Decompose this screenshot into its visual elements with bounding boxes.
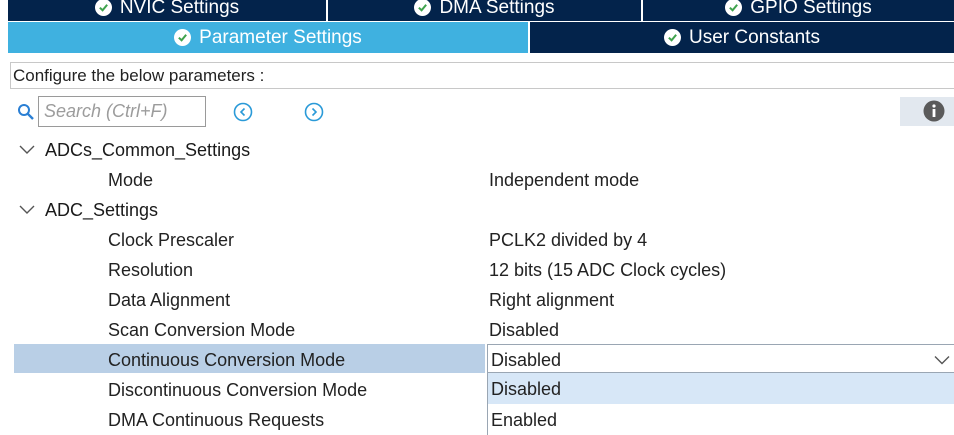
tree-row-clock-prescaler[interactable]: Clock Prescaler PCLK2 divided by 4 [0, 225, 954, 255]
tree-row-mode[interactable]: Mode Independent mode [0, 165, 954, 195]
param-label: Discontinuous Conversion Mode [108, 380, 368, 400]
search-icon[interactable] [17, 103, 35, 121]
param-label: Mode [108, 170, 154, 190]
option-label: Disabled [491, 379, 562, 399]
tab-nvic-settings[interactable]: NVIC Settings [8, 0, 328, 21]
tab-label: Parameter Settings [199, 26, 362, 48]
tree-row-scan-conversion-mode[interactable]: Scan Conversion Mode Disabled [0, 315, 954, 345]
group-label: ADCs_Common_Settings [45, 140, 251, 160]
configure-header: Configure the below parameters : [10, 62, 954, 89]
select-value: Disabled [491, 350, 562, 370]
tab-label: DMA Settings [439, 0, 555, 18]
check-circle-icon [414, 0, 432, 16]
chevron-down-icon[interactable] [934, 355, 950, 365]
previous-result-icon[interactable] [233, 102, 253, 122]
tab-label: NVIC Settings [119, 0, 240, 18]
tree-row-data-alignment[interactable]: Data Alignment Right alignment [0, 285, 954, 315]
param-value: 12 bits (15 ADC Clock cycles) [489, 260, 727, 280]
check-circle-icon [664, 29, 682, 46]
info-icon[interactable] [923, 100, 945, 122]
param-label: Continuous Conversion Mode [108, 350, 346, 370]
param-value: Right alignment [489, 290, 615, 310]
param-value: PCLK2 divided by 4 [489, 230, 648, 250]
tab-dma-settings[interactable]: DMA Settings [328, 0, 643, 21]
tab-label: User Constants [689, 26, 820, 48]
tree-row-resolution[interactable]: Resolution 12 bits (15 ADC Clock cycles) [0, 255, 954, 285]
param-label: Data Alignment [108, 290, 231, 310]
continuous-conversion-select[interactable]: Disabled [487, 344, 954, 373]
tab-row-bottom: Parameter Settings User Constants [8, 22, 954, 53]
param-label: DMA Continuous Requests [108, 410, 325, 430]
check-circle-icon [725, 0, 743, 16]
dropdown-option-enabled[interactable]: Enabled [488, 404, 954, 435]
search-input[interactable] [38, 96, 206, 127]
tab-user-constants[interactable]: User Constants [530, 22, 954, 53]
tab-label: GPIO Settings [750, 0, 872, 18]
tab-row-top: NVIC Settings DMA Settings GPIO Settings [8, 0, 954, 21]
dropdown-option-disabled[interactable]: Disabled [488, 373, 954, 404]
check-circle-icon [94, 0, 112, 16]
param-label: Scan Conversion Mode [108, 320, 296, 340]
group-label: ADC_Settings [45, 200, 159, 220]
param-label: Clock Prescaler [108, 230, 235, 250]
tab-gpio-settings[interactable]: GPIO Settings [643, 0, 954, 21]
param-value: Independent mode [489, 170, 640, 190]
param-label: Resolution [108, 260, 194, 280]
chevron-down-icon[interactable] [19, 144, 35, 155]
select-dropdown-list: Disabled Enabled [487, 373, 954, 435]
param-value: Disabled [489, 320, 560, 340]
tree-group-adcs-common-settings[interactable]: ADCs_Common_Settings [0, 135, 954, 165]
check-circle-icon [174, 29, 192, 46]
next-result-icon[interactable] [304, 102, 324, 122]
option-label: Enabled [491, 410, 558, 430]
chevron-down-icon[interactable] [19, 204, 35, 215]
tree-group-adc-settings[interactable]: ADC_Settings [0, 195, 954, 225]
tab-parameter-settings[interactable]: Parameter Settings [8, 22, 530, 53]
